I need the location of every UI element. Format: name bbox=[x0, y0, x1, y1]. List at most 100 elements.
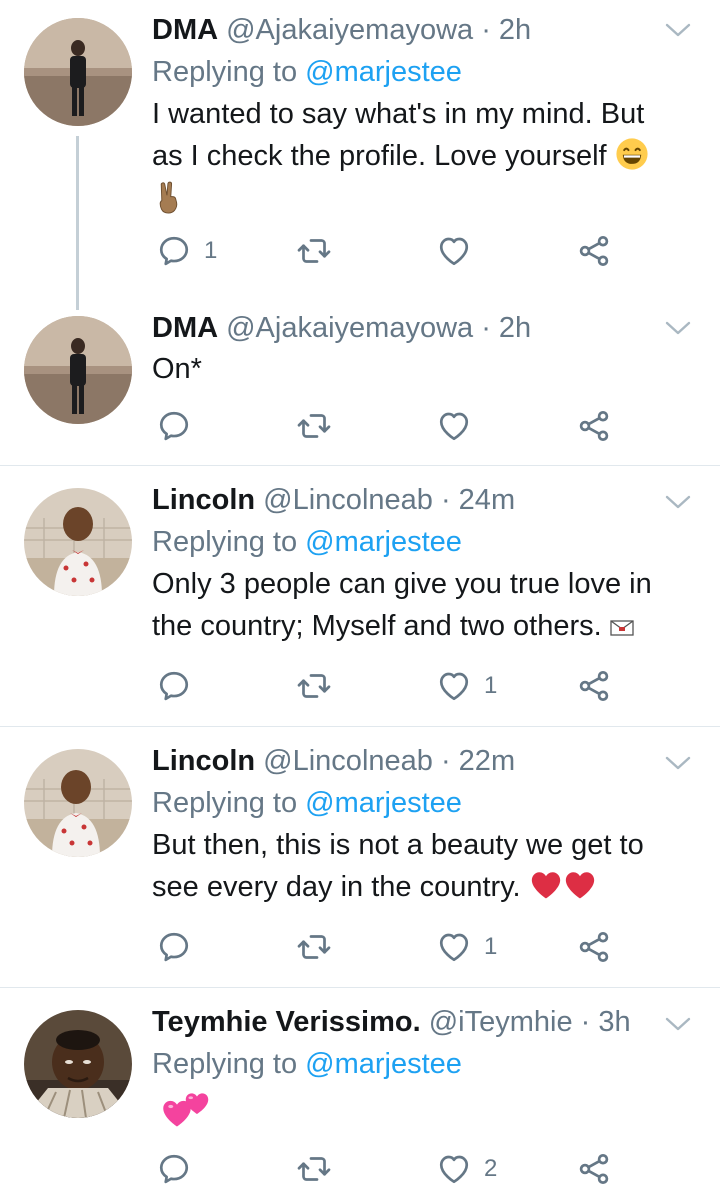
handle[interactable]: @Ajakaiyemayowa bbox=[226, 312, 473, 344]
retweet-icon bbox=[296, 233, 332, 269]
handle[interactable]: @iTeymhie bbox=[429, 1006, 573, 1038]
avatar[interactable] bbox=[24, 316, 132, 424]
reply-button[interactable] bbox=[156, 664, 192, 708]
retweet-icon bbox=[296, 668, 332, 704]
share-icon bbox=[576, 1151, 612, 1187]
tweet[interactable]: Teymhie Verissimo. @iTeymhie · 3h Replyi… bbox=[0, 988, 720, 1201]
handle[interactable]: @Lincolneab bbox=[263, 745, 433, 777]
display-name[interactable]: Lincoln bbox=[152, 745, 255, 777]
tweet-header: Lincoln @Lincolneab · 24m bbox=[152, 480, 660, 520]
like-count: 1 bbox=[484, 933, 498, 960]
mention-link[interactable]: @marjestee bbox=[305, 787, 462, 819]
timestamp[interactable]: · 24m bbox=[441, 484, 515, 516]
reply-button[interactable] bbox=[156, 1147, 192, 1191]
share-button[interactable] bbox=[576, 664, 612, 708]
tweet-text bbox=[152, 1089, 660, 1135]
tweet[interactable]: Lincoln @Lincolneab · 24m Replying to @m… bbox=[0, 466, 720, 726]
avatar[interactable] bbox=[24, 488, 132, 596]
two-hearts-emoji bbox=[152, 1089, 222, 1129]
tweet-header: DMA @Ajakaiyemayowa · 2h bbox=[152, 10, 660, 50]
replying-to: Replying to @marjestee bbox=[152, 782, 660, 824]
reply-icon bbox=[156, 668, 192, 704]
share-button[interactable] bbox=[576, 1147, 612, 1191]
heart-icon bbox=[436, 1151, 472, 1187]
share-button[interactable] bbox=[576, 404, 612, 448]
display-name[interactable]: Teymhie Verissimo. bbox=[152, 1006, 421, 1038]
like-button[interactable] bbox=[436, 404, 472, 448]
tweet-text-line: as I check the profile. Love yourself bbox=[152, 135, 660, 177]
mention-link[interactable]: @marjestee bbox=[305, 1048, 462, 1080]
display-name[interactable]: Lincoln bbox=[152, 484, 255, 516]
timestamp[interactable]: · 3h bbox=[581, 1006, 631, 1038]
mention-link[interactable]: @marjestee bbox=[305, 56, 462, 88]
display-name[interactable]: DMA bbox=[152, 312, 218, 344]
tweet-text: On* bbox=[152, 348, 660, 390]
share-button[interactable] bbox=[576, 229, 612, 273]
handle[interactable]: @Lincolneab bbox=[263, 484, 433, 516]
reply-icon bbox=[156, 1151, 192, 1187]
retweet-button[interactable] bbox=[296, 1147, 332, 1191]
replying-to: Replying to @marjestee bbox=[152, 51, 660, 93]
chevron-down-icon[interactable] bbox=[664, 753, 692, 773]
tweet-text: Only 3 people can give you true love in … bbox=[152, 563, 660, 647]
replying-to-prefix: Replying to bbox=[152, 787, 298, 819]
timestamp[interactable]: · 22m bbox=[441, 745, 515, 777]
share-icon bbox=[576, 233, 612, 269]
replying-to: Replying to @marjestee bbox=[152, 1043, 660, 1085]
action-bar: 1 bbox=[152, 925, 632, 969]
grinning-face-emoji bbox=[616, 138, 648, 170]
tweet[interactable]: DMA @Ajakaiyemayowa · 2h Replying to @ma… bbox=[0, 0, 720, 290]
tweet-text-line: Only 3 people can give you true love in bbox=[152, 568, 652, 600]
chevron-down-icon[interactable] bbox=[664, 492, 692, 512]
display-name[interactable]: DMA bbox=[152, 14, 218, 46]
tweet-text-line: the country; Myself and two others. bbox=[152, 605, 660, 647]
share-button[interactable] bbox=[576, 925, 612, 969]
tweet-header: DMA @Ajakaiyemayowa · 2h bbox=[152, 308, 660, 348]
avatar[interactable] bbox=[24, 1010, 132, 1118]
reply-button[interactable] bbox=[156, 925, 192, 969]
tweet-header: Lincoln @Lincolneab · 22m bbox=[152, 741, 660, 781]
chevron-down-icon[interactable] bbox=[664, 1014, 692, 1034]
replying-to-prefix: Replying to bbox=[152, 1048, 298, 1080]
avatar[interactable] bbox=[24, 18, 132, 126]
reply-button[interactable]: 1 bbox=[156, 229, 217, 273]
red-heart-emoji bbox=[563, 868, 597, 902]
retweet-button[interactable] bbox=[296, 404, 332, 448]
tweet-text-line: On* bbox=[152, 353, 202, 385]
share-icon bbox=[576, 408, 612, 444]
retweet-button[interactable] bbox=[296, 925, 332, 969]
like-button[interactable]: 1 bbox=[436, 664, 497, 708]
reply-count: 1 bbox=[204, 237, 218, 264]
retweet-icon bbox=[296, 929, 332, 965]
timestamp[interactable]: · 2h bbox=[481, 14, 531, 46]
envelope-emoji bbox=[610, 620, 634, 636]
red-heart-emoji bbox=[529, 868, 563, 902]
handle[interactable]: @Ajakaiyemayowa bbox=[226, 14, 473, 46]
reply-icon bbox=[156, 233, 192, 269]
mention-link[interactable]: @marjestee bbox=[305, 526, 462, 558]
tweet[interactable]: Lincoln @Lincolneab · 22m Replying to @m… bbox=[0, 727, 720, 987]
retweet-icon bbox=[296, 408, 332, 444]
action-bar: 2 bbox=[152, 1147, 632, 1191]
timestamp[interactable]: · 2h bbox=[481, 312, 531, 344]
victory-hand-emoji bbox=[159, 181, 178, 214]
replying-to-prefix: Replying to bbox=[152, 56, 298, 88]
action-bar: 1 bbox=[152, 664, 632, 708]
tweet-text-line: see every day in the country. bbox=[152, 866, 660, 908]
action-bar bbox=[152, 404, 632, 448]
heart-icon bbox=[436, 408, 472, 444]
like-button[interactable] bbox=[436, 229, 484, 273]
retweet-icon bbox=[296, 1151, 332, 1187]
like-button[interactable]: 1 bbox=[436, 925, 497, 969]
like-button[interactable]: 2 bbox=[436, 1147, 497, 1191]
retweet-button[interactable] bbox=[296, 229, 332, 273]
tweet[interactable]: DMA @Ajakaiyemayowa · 2h On* bbox=[0, 300, 720, 465]
avatar[interactable] bbox=[24, 749, 132, 857]
share-icon bbox=[576, 668, 612, 704]
retweet-button[interactable] bbox=[296, 664, 332, 708]
chevron-down-icon[interactable] bbox=[664, 20, 692, 40]
reply-icon bbox=[156, 929, 192, 965]
reply-button[interactable] bbox=[156, 404, 192, 448]
chevron-down-icon[interactable] bbox=[664, 318, 692, 338]
heart-icon bbox=[436, 668, 472, 704]
